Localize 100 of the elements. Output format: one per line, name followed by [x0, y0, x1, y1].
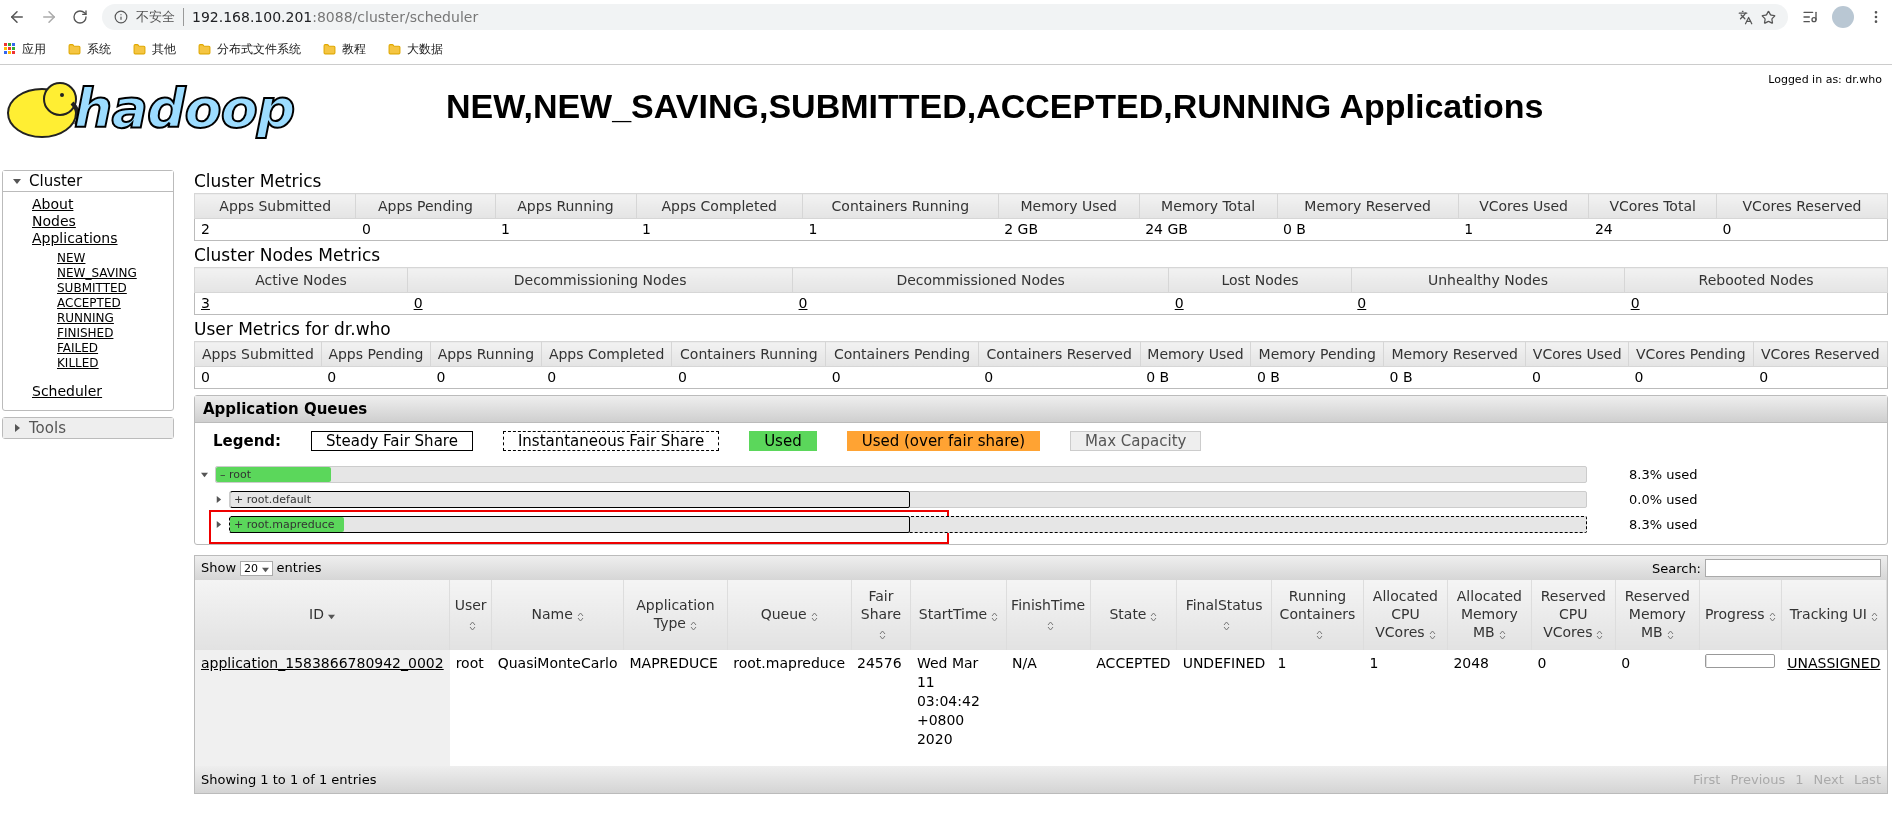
- column-header: Active Nodes: [194, 267, 408, 293]
- queue-bar[interactable]: + root.default: [229, 491, 1587, 508]
- metric-link[interactable]: 0: [413, 295, 423, 311]
- metric-link[interactable]: 0: [1630, 295, 1640, 311]
- column-header[interactable]: Reserved Memory MB: [1615, 580, 1700, 650]
- sort-icon[interactable]: [991, 611, 999, 622]
- column-header[interactable]: Name: [491, 580, 624, 650]
- column-header: Containers Pending: [825, 341, 979, 367]
- table-cell: root.mapreduce: [733, 655, 846, 671]
- expander-icon[interactable]: [215, 521, 222, 528]
- metric-link[interactable]: 0: [798, 295, 808, 311]
- metric-link[interactable]: 3: [201, 295, 210, 311]
- sidebar-link[interactable]: Applications: [32, 230, 118, 247]
- back-icon[interactable]: [8, 8, 26, 26]
- sidebar-sublink[interactable]: KILLED: [57, 356, 99, 371]
- app-id-link[interactable]: application_1583866780942_0002: [201, 655, 444, 671]
- sort-icon[interactable]: [1315, 629, 1323, 640]
- star-icon[interactable]: [1761, 9, 1776, 25]
- media-icon[interactable]: [1802, 9, 1818, 25]
- sort-icon[interactable]: [1046, 620, 1054, 631]
- metric-value: 0: [1634, 369, 1644, 385]
- table-cell: 24576: [857, 655, 902, 671]
- legend-item: Used: [749, 431, 817, 451]
- sidebar-sublink[interactable]: FINISHED: [57, 326, 114, 341]
- metric-link[interactable]: 0: [1357, 295, 1367, 311]
- column-header[interactable]: FinishTime: [1006, 580, 1091, 650]
- column-header: Memory Reserved: [1383, 341, 1526, 367]
- column-header[interactable]: Allocated CPU VCores: [1363, 580, 1448, 650]
- table-cell: QuasiMonteCarlo: [497, 655, 618, 671]
- page-size-control[interactable]: Show 20 entries: [201, 560, 322, 576]
- sort-icon[interactable]: [1428, 629, 1436, 640]
- caret-icon[interactable]: [13, 177, 21, 185]
- column-header[interactable]: User: [449, 580, 492, 650]
- bookmark[interactable]: 教程: [323, 40, 366, 58]
- column-header[interactable]: Reserved CPU VCores: [1531, 580, 1616, 650]
- sidebar-sublink[interactable]: SUBMITTED: [57, 281, 127, 296]
- sort-icon[interactable]: [879, 629, 887, 640]
- column-header[interactable]: Progress: [1699, 580, 1782, 650]
- column-header[interactable]: Running Containers: [1271, 580, 1364, 650]
- reload-icon[interactable]: [72, 9, 88, 25]
- table-cell: 0: [1621, 655, 1631, 671]
- column-header[interactable]: ID: [195, 580, 450, 650]
- sidebar-link[interactable]: About: [32, 196, 74, 213]
- queue-bar[interactable]: + root.mapreduce: [229, 516, 1587, 533]
- sidebar-link[interactable]: Scheduler: [32, 383, 103, 400]
- sort-icon[interactable]: [469, 620, 477, 631]
- column-header[interactable]: Fair Share: [851, 580, 911, 650]
- metric-value: 0: [327, 369, 337, 385]
- sort-icon[interactable]: [1768, 611, 1776, 622]
- translate-icon[interactable]: [1738, 9, 1753, 25]
- sort-icon[interactable]: [1666, 629, 1674, 640]
- bookmark[interactable]: 分布式文件系统: [198, 40, 301, 58]
- expander-icon[interactable]: [215, 496, 222, 503]
- metric-value: 0 B: [1146, 369, 1170, 385]
- sort-icon[interactable]: [1596, 629, 1604, 640]
- column-header[interactable]: FinalStatus: [1176, 580, 1272, 650]
- sidebar-link[interactable]: Nodes: [32, 213, 76, 230]
- column-header: Memory Total: [1139, 193, 1277, 219]
- column-header[interactable]: Application Type: [623, 580, 728, 650]
- sort-icon[interactable]: [1870, 611, 1878, 622]
- expander-icon[interactable]: [201, 471, 208, 478]
- queue-bar[interactable]: – root: [215, 466, 1587, 483]
- bookmark[interactable]: 其他: [133, 40, 176, 58]
- sidebar-sublink[interactable]: ACCEPTED: [57, 296, 121, 311]
- sidebar-sublink[interactable]: NEW: [57, 251, 86, 266]
- sidebar-sublink[interactable]: RUNNING: [57, 311, 114, 326]
- sort-icon[interactable]: [689, 620, 697, 631]
- table-cell: 1: [1369, 655, 1379, 671]
- column-header[interactable]: Tracking UI: [1781, 580, 1887, 650]
- sort-icon[interactable]: [328, 613, 336, 620]
- bookmark[interactable]: 应用: [4, 40, 46, 58]
- tracking-link[interactable]: UNASSIGNED: [1787, 655, 1881, 671]
- column-header[interactable]: Queue: [727, 580, 852, 650]
- sort-icon[interactable]: [576, 611, 584, 622]
- caret-icon[interactable]: [13, 424, 21, 432]
- legend-item: Instantaneous Fair Share: [502, 431, 720, 451]
- sidebar-section-header[interactable]: Tools: [3, 418, 173, 438]
- column-header[interactable]: Allocated Memory MB: [1447, 580, 1532, 650]
- avatar[interactable]: [1832, 6, 1854, 28]
- sidebar-sublink[interactable]: NEW_SAVING: [57, 266, 137, 281]
- column-header: Apps Completed: [636, 193, 803, 219]
- sort-icon[interactable]: [1222, 620, 1230, 631]
- bookmark[interactable]: 系统: [68, 40, 111, 58]
- sort-icon[interactable]: [1498, 629, 1506, 640]
- legend-label: Legend:: [213, 432, 282, 450]
- column-header: Apps Completed: [541, 341, 672, 367]
- caret-icon[interactable]: [261, 565, 269, 573]
- metric-link[interactable]: 0: [1174, 295, 1184, 311]
- bookmark[interactable]: 大数据: [388, 40, 443, 58]
- sidebar-sublink[interactable]: FAILED: [57, 341, 99, 356]
- column-header[interactable]: StartTime: [910, 580, 1007, 650]
- table-cell: 2048: [1453, 655, 1489, 671]
- section-heading: User Metrics for dr.who: [194, 318, 392, 341]
- sidebar-section-header[interactable]: Cluster: [3, 171, 173, 192]
- forward-icon[interactable]: [40, 8, 58, 26]
- column-header[interactable]: State: [1090, 580, 1177, 650]
- sort-icon[interactable]: [810, 611, 818, 622]
- sort-icon[interactable]: [1150, 611, 1158, 622]
- address-bar[interactable]: 不安全 192.168.100.201:8088/cluster/scheduler: [102, 4, 1788, 30]
- metric-value: 1: [1464, 221, 1474, 237]
